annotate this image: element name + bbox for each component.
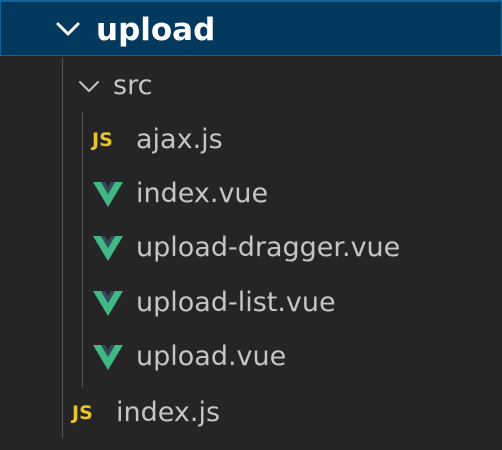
- vue-file-icon: [93, 345, 123, 370]
- file-row-index-js[interactable]: JS index.js: [0, 386, 502, 440]
- vue-file-icon: [93, 182, 123, 207]
- folder-row-src[interactable]: src: [0, 59, 502, 113]
- file-label: upload-dragger.vue: [136, 232, 401, 263]
- file-row-ajax-js[interactable]: JS ajax.js: [0, 113, 502, 167]
- file-row-upload-dragger-vue[interactable]: upload-dragger.vue: [0, 221, 502, 275]
- file-label: upload.vue: [136, 341, 287, 372]
- file-label: ajax.js: [136, 124, 223, 155]
- file-row-index-vue[interactable]: index.vue: [0, 167, 502, 221]
- javascript-file-icon: JS: [92, 129, 113, 151]
- file-row-upload-vue[interactable]: upload.vue: [0, 330, 502, 384]
- chevron-down-icon: [79, 81, 99, 92]
- folder-label: src: [113, 70, 153, 101]
- file-explorer: upload src JS ajax.js index.vue upload-d…: [0, 0, 502, 450]
- folder-label: upload: [96, 12, 216, 48]
- vue-file-icon: [93, 236, 123, 261]
- file-label: index.js: [116, 397, 221, 428]
- file-row-upload-list-vue[interactable]: upload-list.vue: [0, 276, 502, 330]
- vue-file-icon: [93, 291, 123, 316]
- chevron-down-icon: [56, 22, 80, 36]
- file-label: upload-list.vue: [136, 287, 336, 318]
- folder-row-upload[interactable]: upload: [0, 0, 502, 56]
- javascript-file-icon: JS: [72, 402, 93, 424]
- file-label: index.vue: [136, 178, 269, 209]
